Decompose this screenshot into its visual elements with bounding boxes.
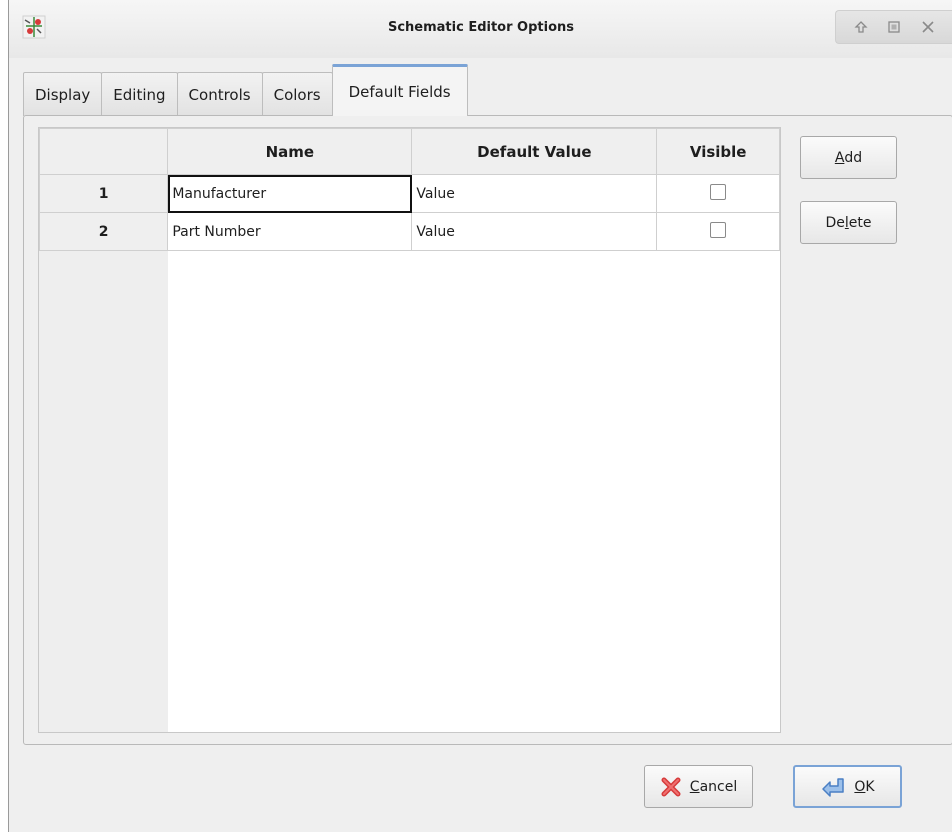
tab-bar: Display Editing Controls Colors Default … <box>23 60 468 116</box>
default-value-cell[interactable]: Value <box>411 212 658 251</box>
cancel-icon <box>660 776 682 798</box>
enter-arrow-icon <box>820 776 846 798</box>
title-bar[interactable]: Schematic Editor Options <box>9 0 952 58</box>
table-row: 1 Manufacturer Value <box>38 174 780 213</box>
corner-cell[interactable] <box>38 128 169 175</box>
row-label[interactable]: 2 <box>38 212 169 251</box>
tab-editing[interactable]: Editing <box>101 72 178 116</box>
column-header-name[interactable]: Name <box>167 128 413 175</box>
ok-mnemonic: O <box>854 778 866 795</box>
dialog-window: Schematic Editor Options Display Editing… <box>8 0 952 832</box>
default-fields-panel: Name Default Value Visible 1 Manufacture… <box>23 115 952 745</box>
cancel-label-rest: ancel <box>699 778 738 795</box>
visible-cell <box>656 174 780 213</box>
tab-colors[interactable]: Colors <box>261 72 333 116</box>
add-mnemonic: A <box>834 149 845 166</box>
ok-button[interactable]: OK <box>793 765 902 808</box>
name-cell[interactable]: Manufacturer <box>167 174 413 213</box>
keep-above-icon[interactable] <box>852 18 870 36</box>
visible-checkbox[interactable] <box>710 221 727 238</box>
maximize-icon[interactable] <box>885 18 903 36</box>
visible-cell <box>656 212 780 251</box>
column-header-default-value[interactable]: Default Value <box>411 128 658 175</box>
delete-label-pre: De <box>825 214 845 231</box>
add-label-rest: dd <box>844 149 863 166</box>
window-title: Schematic Editor Options <box>387 20 575 35</box>
add-button[interactable]: Add <box>800 136 897 179</box>
row-label[interactable]: 1 <box>38 174 169 213</box>
delete-label-rest: ete <box>848 214 872 231</box>
column-header-visible[interactable]: Visible <box>656 128 780 175</box>
fields-grid[interactable]: Name Default Value Visible 1 Manufacture… <box>38 127 781 733</box>
fields-table: Name Default Value Visible 1 Manufacture… <box>38 128 780 251</box>
window-controls <box>835 10 952 44</box>
name-cell[interactable]: Part Number <box>167 212 413 251</box>
default-value-cell[interactable]: Value <box>411 174 658 213</box>
visible-checkbox[interactable] <box>710 183 727 200</box>
tab-default-fields[interactable]: Default Fields <box>331 64 468 116</box>
cancel-mnemonic: C <box>689 778 700 795</box>
header-row: Name Default Value Visible <box>38 128 780 175</box>
cancel-button[interactable]: Cancel <box>644 765 753 808</box>
delete-button[interactable]: De l ete <box>800 201 897 244</box>
close-icon[interactable] <box>919 18 937 36</box>
ok-label-rest: K <box>865 778 875 795</box>
tab-controls[interactable]: Controls <box>176 72 263 116</box>
table-row: 2 Part Number Value <box>38 212 780 251</box>
tab-display[interactable]: Display <box>23 72 103 116</box>
